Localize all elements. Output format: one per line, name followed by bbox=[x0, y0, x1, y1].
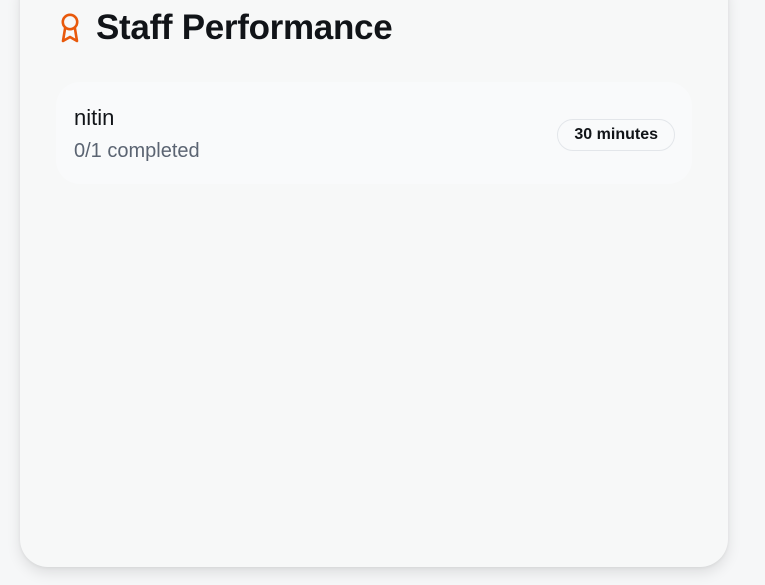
card-header: Staff Performance bbox=[58, 6, 393, 50]
page-title: Staff Performance bbox=[96, 8, 393, 47]
award-icon bbox=[58, 12, 82, 44]
staff-progress: 0/1 completed bbox=[74, 140, 200, 162]
time-badge: 30 minutes bbox=[557, 119, 675, 151]
staff-performance-card: Staff Performance nitin 0/1 completed 30… bbox=[20, 0, 728, 567]
staff-row[interactable]: nitin 0/1 completed 30 minutes bbox=[56, 82, 692, 184]
staff-name: nitin bbox=[74, 105, 115, 130]
